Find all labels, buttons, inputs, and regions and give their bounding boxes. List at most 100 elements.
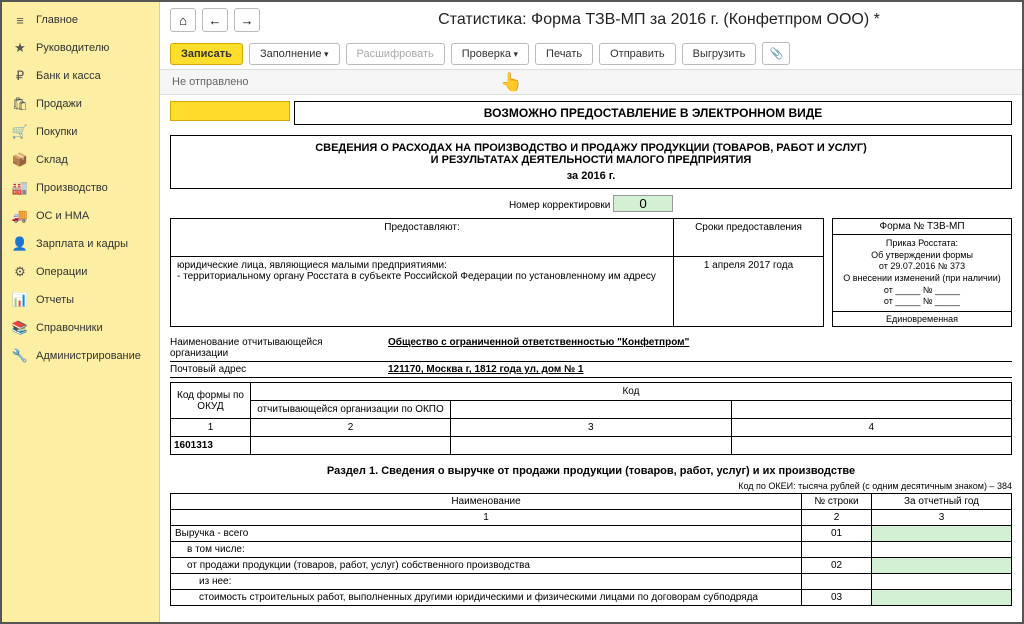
row-inc-val: [872, 542, 1012, 558]
sidebar-item-purchases[interactable]: 🛒 Покупки: [2, 118, 159, 146]
cursor-icon: 👆: [500, 72, 522, 93]
okpo-input[interactable]: [251, 437, 451, 455]
home-button[interactable]: ⌂: [170, 8, 196, 32]
from-line1: от _____ № _____: [836, 285, 1008, 297]
provide-header: Предоставляют:: [171, 219, 674, 257]
sidebar-label: Руководителю: [36, 42, 109, 54]
wrench-icon: 🔧: [12, 348, 28, 364]
row-02-num: 02: [802, 558, 872, 574]
okpo-label: отчитывающейся организации по ОКПО: [251, 401, 451, 419]
okud-value: 1601313: [171, 437, 251, 455]
sidebar-label: Главное: [36, 14, 78, 26]
main-area: ⌂ ← → Статистика: Форма ТЗВ-МП за 2016 г…: [160, 2, 1022, 622]
sidebar-label: Продажи: [36, 98, 82, 110]
form-no: Форма № ТЗВ-МП: [833, 219, 1011, 235]
okud-label: Код формы по ОКУД: [171, 383, 251, 419]
status-text: Не отправлено: [172, 76, 249, 88]
sidebar-label: Отчеты: [36, 294, 74, 306]
sidebar-label: Банк и касса: [36, 70, 101, 82]
decode-button[interactable]: Расшифровать: [346, 43, 445, 65]
col-3: 3: [451, 419, 732, 437]
from-line2: от _____ № _____: [836, 296, 1008, 308]
topbar: ⌂ ← → Статистика: Форма ТЗВ-МП за 2016 г…: [160, 2, 1022, 38]
electronic-banner: ВОЗМОЖНО ПРЕДОСТАВЛЕНИЕ В ЭЛЕКТРОННОМ ВИ…: [294, 101, 1012, 125]
sidebar-item-main[interactable]: ≡ Главное: [2, 6, 159, 34]
code3-input[interactable]: [451, 437, 732, 455]
title-year: за 2016 г.: [177, 170, 1005, 182]
approval-date: от 29.07.2016 № 373: [836, 261, 1008, 273]
section1-table: Наименование№ строкиЗа отчетный год 123 …: [170, 493, 1012, 606]
col-1: 1: [171, 419, 251, 437]
deadline-text: 1 апреля 2017 года: [674, 257, 824, 327]
provide-text: юридические лица, являющиеся малыми пред…: [171, 257, 674, 327]
sidebar-item-warehouse[interactable]: 📦 Склад: [2, 146, 159, 174]
okei-note: Код по ОКЕИ: тысяча рублей (с одним деся…: [170, 481, 1012, 491]
hc1: 1: [171, 510, 802, 526]
row-inc-num: [802, 542, 872, 558]
upload-button[interactable]: Выгрузить: [682, 43, 757, 65]
correction-row: Номер корректировки: [170, 195, 1012, 212]
gear-icon: ⚙: [12, 264, 28, 280]
addr-value[interactable]: 121170, Москва г, 1812 года ул, дом № 1: [388, 364, 1012, 375]
sidebar-item-directories[interactable]: 📚 Справочники: [2, 314, 159, 342]
send-button[interactable]: Отправить: [599, 43, 676, 65]
sidebar-item-operations[interactable]: ⚙Операции: [2, 258, 159, 286]
row-03-val[interactable]: [872, 590, 1012, 606]
row-02-val[interactable]: [872, 558, 1012, 574]
sidebar-item-bank[interactable]: ₽Банк и касса: [2, 62, 159, 90]
attach-button[interactable]: 📎: [762, 42, 790, 65]
org-name-value[interactable]: Общество с ограниченной ответственностью…: [388, 337, 1012, 359]
box-icon: 📦: [12, 152, 28, 168]
sidebar-label: Склад: [36, 154, 68, 166]
col-rownum: № строки: [802, 494, 872, 510]
print-button[interactable]: Печать: [535, 43, 593, 65]
sidebar-item-reports[interactable]: 📊Отчеты: [2, 286, 159, 314]
org-name-label: Наименование отчитывающейся организации: [170, 337, 380, 359]
back-button[interactable]: ←: [202, 8, 228, 32]
col-2: 2: [251, 419, 451, 437]
yellow-field[interactable]: [170, 101, 290, 121]
list-icon: ≡: [12, 12, 28, 28]
sidebar-item-manager[interactable]: ★ Руководителю: [2, 34, 159, 62]
row-01-name: Выручка - всего: [171, 526, 802, 542]
row-02-name: от продажи продукции (товаров, работ, ус…: [171, 558, 802, 574]
sidebar-label: Справочники: [36, 322, 103, 334]
sidebar-item-admin[interactable]: 🔧Администрирование: [2, 342, 159, 370]
correction-label: Номер корректировки: [509, 200, 610, 211]
sidebar-label: ОС и НМА: [36, 210, 89, 222]
sidebar-item-sales[interactable]: 🛍Продажи: [2, 90, 159, 118]
hc2: 2: [802, 510, 872, 526]
person-icon: 👤: [12, 236, 28, 252]
row-01-val[interactable]: [872, 526, 1012, 542]
title-line2: И РЕЗУЛЬТАТАХ ДЕЯТЕЛЬНОСТИ МАЛОГО ПРЕДПР…: [177, 154, 1005, 166]
code-table: Код формы по ОКУДКод отчитывающейся орга…: [170, 382, 1012, 455]
hc3: 3: [872, 510, 1012, 526]
forward-button[interactable]: →: [234, 8, 260, 32]
row-of-num: [802, 574, 872, 590]
col-name: Наименование: [171, 494, 802, 510]
row-03-num: 03: [802, 590, 872, 606]
check-button[interactable]: Проверка: [451, 43, 529, 65]
star-icon: ★: [12, 40, 28, 56]
toolbar: Записать Заполнение Расшифровать Проверк…: [160, 38, 1022, 69]
status-bar: Не отправлено 👆: [160, 69, 1022, 95]
form-number-box: Форма № ТЗВ-МП Приказ Росстата: Об утвер…: [832, 218, 1012, 327]
sidebar-item-assets[interactable]: 🚚ОС и НМА: [2, 202, 159, 230]
sidebar-label: Покупки: [36, 126, 77, 138]
write-button[interactable]: Записать: [170, 43, 243, 65]
col-4: 4: [731, 419, 1012, 437]
section1-header: Раздел 1. Сведения о выручке от продажи …: [170, 465, 1012, 477]
code-header: Код: [251, 383, 1012, 401]
correction-input[interactable]: [613, 195, 673, 212]
cart-icon: 🛒: [12, 124, 28, 140]
factory-icon: 🏭: [12, 180, 28, 196]
sidebar-item-production[interactable]: 🏭Производство: [2, 174, 159, 202]
fill-button[interactable]: Заполнение: [249, 43, 340, 65]
deadline-header: Сроки предоставления: [674, 219, 824, 257]
sidebar-item-salary[interactable]: 👤Зарплата и кадры: [2, 230, 159, 258]
org-name-row: Наименование отчитывающейся организации …: [170, 335, 1012, 362]
code4-input[interactable]: [731, 437, 1012, 455]
books-icon: 📚: [12, 320, 28, 336]
changes-label: О внесении изменений (при наличии): [836, 273, 1008, 285]
row-inc-name: в том числе:: [171, 542, 802, 558]
